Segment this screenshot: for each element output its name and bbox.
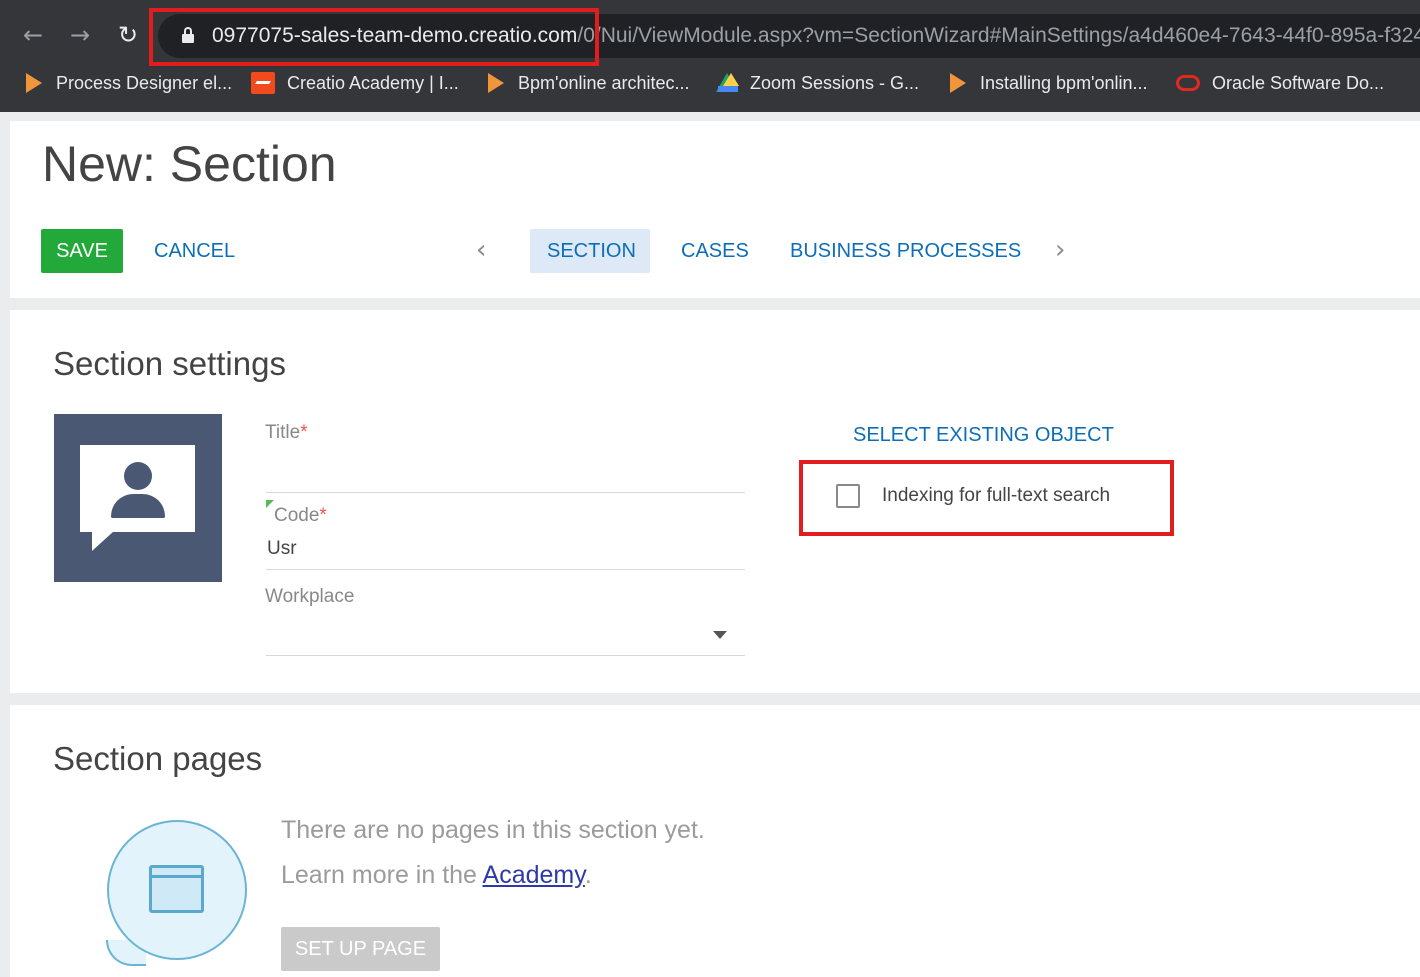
bookmark-label: Creatio Academy | I... xyxy=(287,72,459,93)
section-settings-title: Section settings xyxy=(53,345,286,382)
bookmark-label: Installing bpm'onlin... xyxy=(980,72,1148,93)
learn-more-text: Learn more in the Academy. xyxy=(281,861,592,889)
section-icon-picker[interactable] xyxy=(54,414,222,582)
set-up-page-button[interactable]: SET UP PAGE xyxy=(281,927,440,971)
url-highlight-box xyxy=(149,8,599,66)
bookmark-label: Oracle Software Do... xyxy=(1212,72,1385,93)
play-triangle-icon xyxy=(486,73,506,93)
checkbox-highlight-box xyxy=(799,460,1174,536)
google-drive-icon xyxy=(716,73,739,93)
save-button[interactable]: SAVE xyxy=(41,229,123,273)
bookmark-installing-bpmonline[interactable]: Installing bpm'onlin... xyxy=(948,66,1148,100)
academy-link[interactable]: Academy xyxy=(483,861,585,889)
chevron-left-icon[interactable]: ‹ xyxy=(476,232,486,268)
title-field-label: Title* xyxy=(265,422,308,443)
play-triangle-icon xyxy=(24,73,44,93)
code-field-label: Code* xyxy=(274,505,327,526)
page-title: New: Section xyxy=(42,136,337,192)
person-icon xyxy=(124,462,152,490)
bookmark-label: Bpm'online architec... xyxy=(518,72,690,93)
bookmark-zoom-sessions[interactable]: Zoom Sessions - G... xyxy=(716,66,919,100)
changed-marker xyxy=(266,500,274,508)
back-arrow-icon[interactable]: ← xyxy=(16,18,50,52)
creatio-academy-icon xyxy=(251,72,275,94)
dropdown-caret-icon[interactable] xyxy=(713,631,727,639)
page-window-illustration-icon xyxy=(104,820,250,970)
bookmark-label: Zoom Sessions - G... xyxy=(750,72,920,93)
workplace-field-label: Workplace xyxy=(265,586,355,607)
tab-business-processes[interactable]: BUSINESS PROCESSES xyxy=(773,229,1038,273)
bookmarks-bar: Process Designer el... Creatio Academy |… xyxy=(0,66,1420,100)
url-path: /0/Nui/ViewModule.aspx?vm=SectionWizard#… xyxy=(577,24,1420,47)
code-field-underline xyxy=(266,569,745,570)
section-pages-title: Section pages xyxy=(53,740,263,777)
tab-cases[interactable]: CASES xyxy=(664,229,766,273)
bookmark-bpmonline-architecture[interactable]: Bpm'online architec... xyxy=(486,66,690,100)
play-triangle-icon xyxy=(948,73,968,93)
workplace-select[interactable] xyxy=(266,655,745,656)
cancel-button[interactable]: CANCEL xyxy=(154,229,235,273)
empty-pages-message: There are no pages in this section yet. xyxy=(281,816,705,844)
reload-icon[interactable]: ↻ xyxy=(111,18,145,52)
code-input[interactable]: Usr xyxy=(267,538,297,560)
chevron-right-icon[interactable]: › xyxy=(1055,232,1065,268)
tab-section[interactable]: SECTION xyxy=(530,229,650,273)
forward-arrow-icon[interactable]: → xyxy=(63,18,97,52)
bookmark-process-designer[interactable]: Process Designer el... xyxy=(24,66,232,100)
bookmark-creatio-academy[interactable]: Creatio Academy | I... xyxy=(251,66,459,100)
bookmark-oracle-software[interactable]: Oracle Software Do... xyxy=(1176,66,1384,100)
oracle-icon xyxy=(1176,75,1200,91)
browser-chrome: ← → ↻ 0977075-sales-team-demo.creatio.co… xyxy=(0,0,1420,112)
select-existing-object-button[interactable]: SELECT EXISTING OBJECT xyxy=(853,424,1114,447)
bookmark-label: Process Designer el... xyxy=(56,72,233,93)
title-input[interactable] xyxy=(266,492,745,493)
